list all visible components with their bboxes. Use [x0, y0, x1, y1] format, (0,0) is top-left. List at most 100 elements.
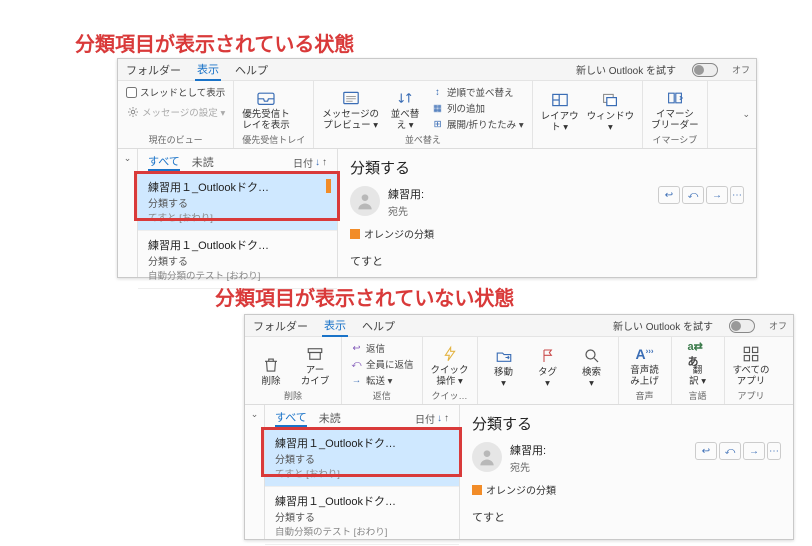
lightning-icon — [440, 344, 460, 364]
chevron-down-icon: ⌄ — [124, 153, 132, 164]
category-swatch — [472, 485, 482, 495]
tab-view[interactable]: 表示 — [195, 59, 221, 81]
archive-button[interactable]: アー カイブ — [297, 344, 333, 387]
filter-unread[interactable]: 未読 — [319, 410, 341, 426]
thread-view-checkbox[interactable]: スレッドとして表示 — [126, 85, 225, 99]
reply-all-button[interactable]: ⤺ — [682, 186, 704, 204]
search-label: 検索 ▾ — [582, 368, 601, 389]
layout-button[interactable]: レイアウ ト ▾ — [541, 90, 579, 133]
tab-help[interactable]: ヘルプ — [360, 316, 397, 336]
read-aloud-label: 音声読 み上げ — [630, 366, 659, 387]
ribbon-group-current-view: 現在のビュー — [126, 133, 225, 146]
translate-button[interactable]: a⇄あ 翻 訳 ▾ — [680, 344, 716, 387]
tab-help[interactable]: ヘルプ — [233, 60, 270, 80]
delete-button[interactable]: 削除 — [253, 355, 289, 387]
forward-button[interactable]: → — [706, 186, 728, 204]
window-button[interactable]: ウィンドウ ▾ — [587, 90, 635, 133]
reply-button[interactable]: ↩ — [695, 442, 717, 460]
archive-icon — [305, 344, 325, 364]
ribbon-group-immersive: イマーシブ — [651, 133, 699, 146]
ribbon-home: 削除 アー カイブ 削除 ↩返信 ⤺全員に返信 →転送 ▾ 返信 — [245, 337, 793, 405]
tag-button[interactable]: タグ ▾ — [530, 346, 566, 389]
message-preview: てすと [おわり] — [275, 466, 449, 480]
try-new-outlook-label: 新しい Outlook を試す — [613, 318, 713, 333]
category-chip[interactable]: オレンジの分類 — [350, 226, 744, 241]
reverse-sort-button[interactable]: ↕ 逆順で並べ替え — [431, 85, 524, 99]
message-list: すべて 未読 日付↓↑ 練習用１_Outlookドク… 分類する てすと [おわ… — [138, 149, 338, 277]
reply-all-button-small[interactable]: ⤺全員に返信 — [350, 357, 414, 371]
message-subject: 分類する — [275, 509, 449, 524]
try-new-outlook-toggle[interactable] — [729, 319, 755, 333]
reply-button-small[interactable]: ↩返信 — [350, 341, 414, 355]
filter-all[interactable]: すべて — [275, 409, 307, 427]
reply-button[interactable]: ↩ — [658, 186, 680, 204]
reading-pane: 分類する 練習用: 宛先 ↩ ⤺ → ⋯ オレンジの分類 てすと — [338, 149, 756, 277]
priority-inbox-button[interactable]: 優先受信ト レイを表示 — [242, 88, 290, 131]
recipient-label: 宛先 — [388, 203, 424, 218]
message-title: 練習用１_Outlookドク… — [275, 435, 449, 451]
filter-all[interactable]: すべて — [148, 153, 180, 171]
category-label: オレンジの分類 — [364, 226, 434, 241]
read-aloud-button[interactable]: A››› 音声読 み上げ — [627, 344, 663, 387]
tab-folder[interactable]: フォルダー — [251, 316, 310, 336]
sort-by-date[interactable]: 日付↓↑ — [293, 155, 327, 170]
message-item-2[interactable]: 練習用１_Outlookドク… 分類する 自動分類のテスト [おわり] — [265, 487, 459, 545]
folder-pane-collapsed[interactable]: ⌄ — [118, 149, 138, 277]
tab-view[interactable]: 表示 — [322, 315, 348, 337]
ribbon-group-sort: 並べ替え — [322, 133, 523, 146]
forward-icon: → — [350, 374, 363, 387]
message-title: 練習用１_Outlookドク… — [148, 237, 327, 253]
immersive-label: イマーシ ブリーダー — [651, 110, 699, 131]
inbox-icon — [256, 88, 276, 108]
ribbon-group-quick: クイッ… — [431, 389, 469, 402]
sender-name: 練習用: — [510, 442, 546, 458]
move-button[interactable]: 移動 ▾ — [486, 346, 522, 389]
avatar — [472, 442, 502, 472]
quick-label: クイック 操作 ▾ — [431, 366, 469, 387]
archive-label: アー カイブ — [301, 366, 330, 387]
try-new-outlook-toggle[interactable] — [692, 63, 718, 77]
forward-button-small[interactable]: →転送 ▾ — [350, 373, 414, 387]
try-new-outlook-label: 新しい Outlook を試す — [576, 62, 676, 77]
message-item-2[interactable]: 練習用１_Outlookドク… 分類する 自動分類のテスト [おわり] — [138, 231, 337, 289]
forward-button[interactable]: → — [743, 442, 765, 460]
sort-button[interactable]: 並べ替 え ▾ — [387, 88, 423, 131]
filter-unread[interactable]: 未読 — [192, 154, 214, 170]
ribbon-collapse-button[interactable]: ⌄ — [742, 109, 750, 120]
sort-label: 並べ替 え ▾ — [391, 110, 420, 131]
outlook-window-view-ribbon: フォルダー 表示 ヘルプ 新しい Outlook を試す オフ スレッドとして表… — [117, 58, 757, 278]
immersive-reader-button[interactable]: イマーシ ブリーダー — [651, 88, 699, 131]
reply-all-button[interactable]: ⤺ — [719, 442, 741, 460]
ribbon-group-delete: 削除 — [253, 389, 333, 402]
all-apps-button[interactable]: すべての アプリ — [733, 344, 770, 387]
ribbon-group-audio: 音声 — [627, 389, 663, 402]
message-settings-button[interactable]: メッセージの設定 ▾ — [126, 105, 225, 119]
reading-subject: 分類する — [350, 157, 744, 178]
more-actions-button[interactable]: ⋯ — [730, 186, 744, 204]
window-label: ウィンドウ ▾ — [587, 112, 635, 133]
toggle-state-label: オフ — [732, 63, 750, 76]
expand-collapse-button[interactable]: ⊞ 展開/折りたたみ ▾ — [431, 117, 524, 131]
reverse-sort-label: 逆順で並べ替え — [447, 85, 514, 99]
sort-by-date[interactable]: 日付↓↑ — [415, 411, 449, 426]
ribbon-group-language: 言語 — [680, 389, 716, 402]
sender-name: 練習用: — [388, 186, 424, 202]
quick-steps-button[interactable]: クイック 操作 ▾ — [431, 344, 469, 387]
message-preview-button[interactable]: メッセージの プレビュー ▾ — [322, 88, 379, 131]
search-button[interactable]: 検索 ▾ — [574, 346, 610, 389]
move-label: 移動 ▾ — [494, 368, 513, 389]
message-subject: 分類する — [148, 253, 327, 268]
message-preview-label: メッセージの プレビュー ▾ — [322, 110, 379, 131]
layout-label: レイアウ ト ▾ — [541, 112, 579, 133]
category-chip[interactable]: オレンジの分類 — [472, 482, 781, 497]
window-icon — [600, 90, 620, 110]
message-item-1[interactable]: 練習用１_Outlookドク… 分類する てすと [おわり] — [138, 173, 337, 231]
more-actions-button[interactable]: ⋯ — [767, 442, 781, 460]
tab-folder[interactable]: フォルダー — [124, 60, 183, 80]
add-columns-button[interactable]: ▦ 列の追加 — [431, 101, 524, 115]
message-item-1[interactable]: 練習用１_Outlookドク… 分類する てすと [おわり] — [265, 429, 459, 487]
message-body: てすと — [350, 253, 744, 269]
folder-pane-collapsed[interactable]: ⌄ — [245, 405, 265, 539]
toggle-state-label: オフ — [769, 319, 787, 332]
ribbon-group-reply: 返信 — [350, 389, 414, 402]
